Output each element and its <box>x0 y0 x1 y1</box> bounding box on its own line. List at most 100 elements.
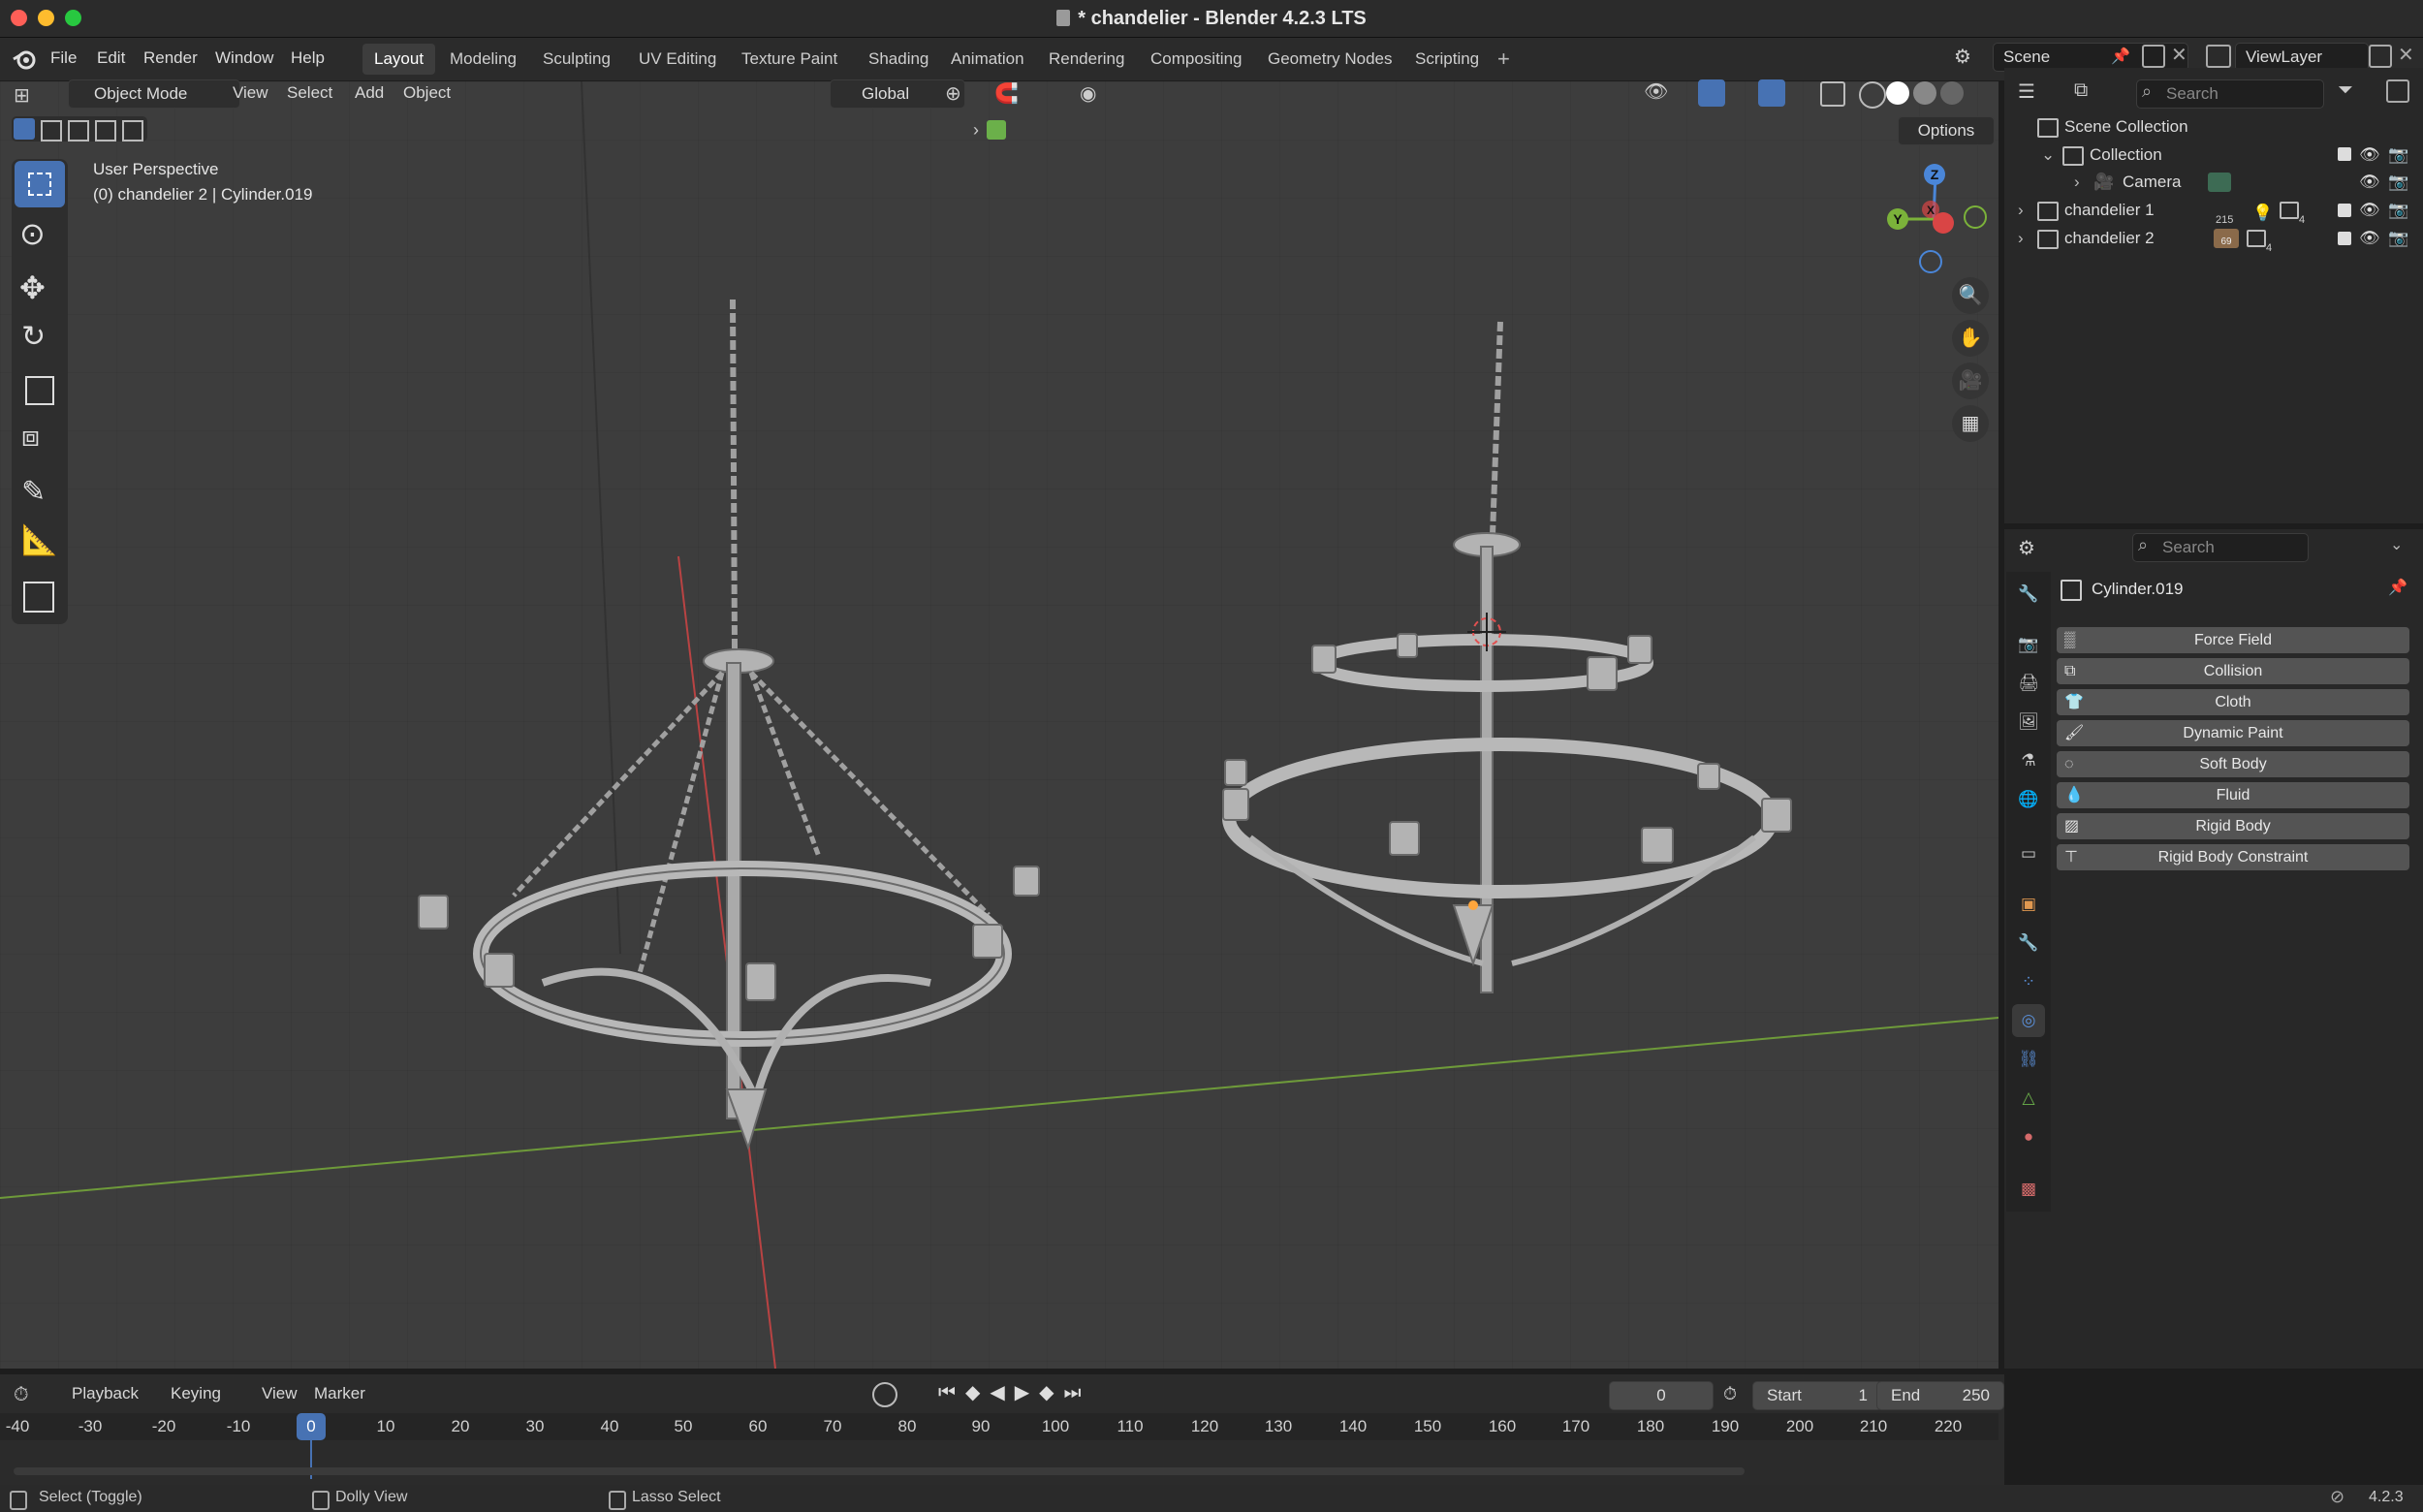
scene-icon[interactable]: ⚙ <box>1954 45 1983 72</box>
tool-tab-icon[interactable]: 🔧 <box>2012 578 2045 611</box>
select-difference-icon[interactable] <box>95 120 116 142</box>
navigation-gizmo[interactable]: Z Y X <box>1871 159 1997 285</box>
playback-controls[interactable]: ⏮◆◀▶◆⏭ <box>938 1380 1091 1404</box>
menu-edit[interactable]: Edit <box>89 46 133 71</box>
expand-arrow-icon[interactable]: › <box>2018 197 2024 224</box>
visibility-eye-icon[interactable]: 👁 <box>2359 197 2380 224</box>
visibility-eye-icon[interactable]: 👁 <box>2359 142 2380 169</box>
tab-shading[interactable]: Shading <box>857 44 940 75</box>
menu-add[interactable]: Add <box>349 79 390 107</box>
new-scene-icon[interactable] <box>2142 45 2165 68</box>
menu-marker[interactable]: Marker <box>308 1380 371 1407</box>
scene-tab-icon[interactable]: ⚗ <box>2012 744 2045 777</box>
render-tab-icon[interactable]: 📷 <box>2012 628 2045 661</box>
render-camera-icon[interactable]: 📷 <box>2388 225 2408 252</box>
tab-animation[interactable]: Animation <box>939 44 1036 75</box>
pan-view-icon[interactable]: ✋ <box>1952 320 1989 357</box>
outliner-row-chandelier-1[interactable]: › chandelier 1 215 💡 4 👁 📷 <box>2004 197 2423 226</box>
properties-search-input[interactable]: Search <box>2132 533 2309 562</box>
move-tool-icon[interactable]: ✥ <box>19 269 46 306</box>
visibility-eye-icon[interactable]: 👁 <box>2359 225 2380 252</box>
outliner-search-input[interactable]: Search <box>2136 79 2324 109</box>
outliner-row-camera[interactable]: › 🎥 Camera 👁 📷 <box>2004 169 2423 196</box>
output-tab-icon[interactable]: 🖨 <box>2012 667 2045 700</box>
add-cube-tool-icon[interactable] <box>23 582 54 613</box>
editor-type-icon[interactable]: ⊞ <box>14 83 52 112</box>
menu-view[interactable]: View <box>227 79 274 107</box>
delete-scene-icon[interactable]: ✕ <box>2171 43 2187 67</box>
constraints-tab-icon[interactable]: ⛓ <box>2012 1043 2045 1076</box>
cloth-button[interactable]: 👕 Cloth <box>2057 689 2409 715</box>
pin-icon[interactable]: 📌 <box>2111 47 2130 66</box>
solid-shading-icon[interactable] <box>1886 81 1909 105</box>
exclude-checkbox[interactable] <box>2338 232 2351 245</box>
outliner-row-chandelier-2[interactable]: › chandelier 2 69 4 👁 📷 <box>2004 225 2423 254</box>
mode-selector[interactable]: Object Mode <box>68 79 240 109</box>
properties-editor-icon[interactable]: ⚙ <box>2018 536 2035 560</box>
cursor-tool-icon[interactable]: ⊙ <box>19 215 46 252</box>
ortho-toggle-icon[interactable]: ▦ <box>1952 405 1989 442</box>
exclude-checkbox[interactable] <box>2338 147 2351 161</box>
scale-tool-icon[interactable] <box>25 376 54 405</box>
soft-body-button[interactable]: ◌ Soft Body <box>2057 751 2409 777</box>
chevron-down-icon[interactable]: ⌄ <box>2390 535 2403 554</box>
tab-sculpting[interactable]: Sculpting <box>531 44 622 75</box>
object-tab-icon[interactable]: ▣ <box>2012 888 2045 921</box>
texture-tab-icon[interactable]: ▩ <box>2012 1173 2045 1206</box>
timeline-editor-icon[interactable]: ⏱ <box>14 1384 29 1406</box>
tab-scripting[interactable]: Scripting <box>1403 44 1491 75</box>
chandelier-2-model[interactable] <box>1222 321 1792 993</box>
playhead[interactable]: 0 <box>297 1413 326 1440</box>
pin-icon[interactable]: 📌 <box>2388 578 2407 597</box>
force-field-button[interactable]: ▒ Force Field <box>2057 627 2409 653</box>
rigid-body-constraint-button[interactable]: ⊤ Rigid Body Constraint <box>2057 844 2409 870</box>
outliner-editor-icon[interactable]: ☰ <box>2018 79 2035 104</box>
select-extend-icon[interactable] <box>41 120 62 142</box>
material-shading-icon[interactable] <box>1913 81 1936 105</box>
tab-geometry-nodes[interactable]: Geometry Nodes <box>1256 44 1404 75</box>
outliner-row-collection[interactable]: ⌄ Collection 👁 📷 <box>2004 142 2423 169</box>
menu-window[interactable]: Window <box>207 46 281 71</box>
object-data-icon[interactable] <box>987 120 1006 140</box>
auto-keying-icon[interactable] <box>872 1382 897 1407</box>
chandelier-1-model[interactable] <box>418 299 1040 1151</box>
end-frame-field[interactable]: End 250 <box>1876 1381 2004 1410</box>
select-subtract-icon[interactable] <box>68 120 89 142</box>
gizmo-toggle-icon[interactable] <box>1698 79 1725 107</box>
render-camera-icon[interactable]: 📷 <box>2388 142 2408 169</box>
rendered-shading-icon[interactable] <box>1940 81 1964 105</box>
rotate-tool-icon[interactable]: ↻ <box>21 320 46 354</box>
material-tab-icon[interactable]: ● <box>2012 1120 2045 1153</box>
menu-playback[interactable]: Playback <box>66 1380 144 1407</box>
menu-select[interactable]: Select <box>281 79 338 107</box>
render-camera-icon[interactable]: 📷 <box>2388 169 2408 196</box>
tab-modeling[interactable]: Modeling <box>438 44 528 75</box>
view-layer-icon[interactable] <box>2206 45 2231 68</box>
menu-render[interactable]: Render <box>136 46 205 71</box>
snap-icon[interactable]: 🧲 <box>994 81 1019 106</box>
new-view-layer-icon[interactable] <box>2369 45 2392 68</box>
menu-object[interactable]: Object <box>397 79 456 107</box>
menu-keying[interactable]: Keying <box>165 1380 227 1407</box>
tab-uv-editing[interactable]: UV Editing <box>627 44 728 75</box>
menu-help[interactable]: Help <box>283 46 332 71</box>
physics-tab-icon[interactable]: ◎ <box>2012 1004 2045 1037</box>
dynamic-paint-button[interactable]: 🖌 Dynamic Paint <box>2057 720 2409 746</box>
annotate-tool-icon[interactable]: ✎ <box>21 475 46 509</box>
filter-icon[interactable]: ⏷ <box>2338 79 2353 102</box>
select-box-tool[interactable] <box>15 161 65 207</box>
menu-timeline-view[interactable]: View <box>256 1380 303 1407</box>
expand-arrow-icon[interactable]: › <box>973 120 979 141</box>
add-workspace-icon[interactable]: + <box>1497 47 1510 72</box>
proportional-edit-icon[interactable]: ◉ <box>1080 81 1096 106</box>
tab-compositing[interactable]: Compositing <box>1139 44 1254 75</box>
new-collection-icon[interactable] <box>2386 79 2409 103</box>
fluid-button[interactable]: 💧 Fluid <box>2057 782 2409 808</box>
modifier-tab-icon[interactable]: 🔧 <box>2012 927 2045 960</box>
render-camera-icon[interactable]: 📷 <box>2388 197 2408 224</box>
view-layer-tab-icon[interactable]: 🖼 <box>2012 706 2045 739</box>
collection-tab-icon[interactable]: ▭ <box>2012 837 2045 870</box>
measure-tool-icon[interactable]: 📐 <box>21 523 57 557</box>
expand-arrow-icon[interactable]: › <box>2018 225 2024 252</box>
expand-arrow-icon[interactable]: › <box>2074 169 2080 196</box>
